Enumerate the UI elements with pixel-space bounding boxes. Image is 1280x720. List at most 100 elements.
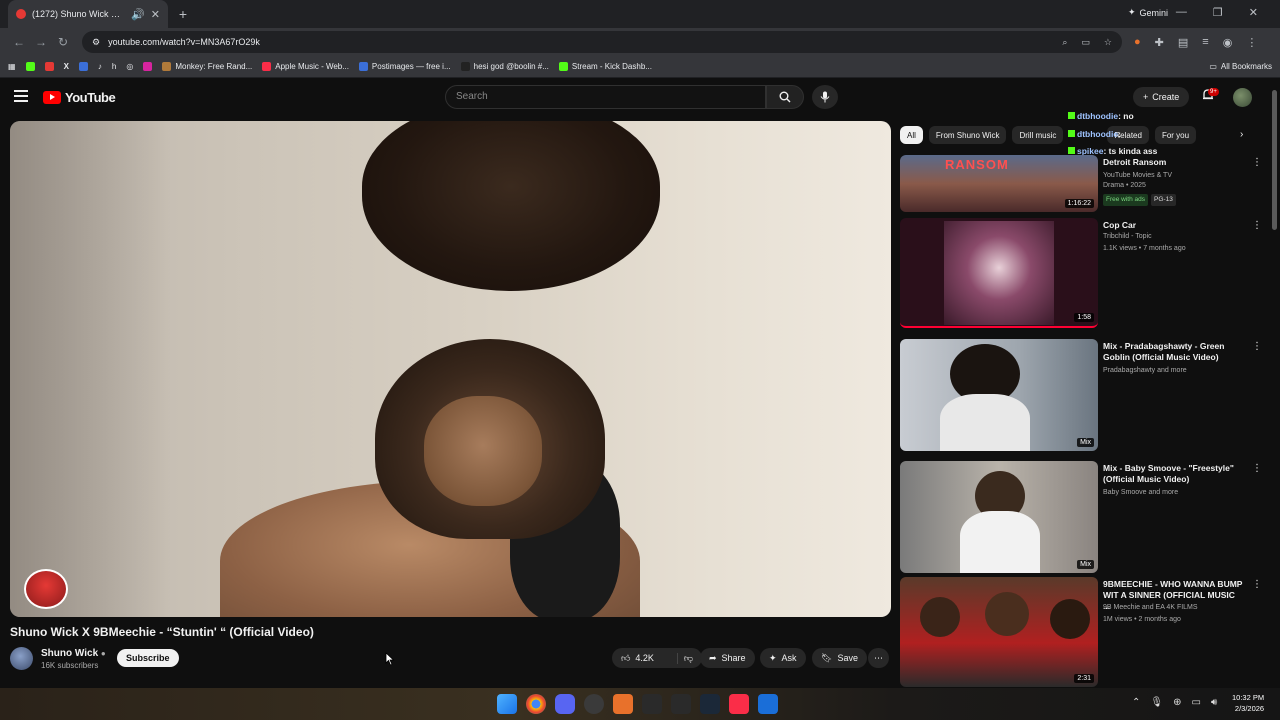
g-app-icon[interactable]: [642, 694, 662, 714]
x-icon[interactable]: X: [64, 62, 69, 71]
channel-name[interactable]: Shuno Wick ●: [41, 648, 106, 659]
shield-bookmark-icon[interactable]: [78, 62, 88, 71]
windows-taskbar: ⌃ 🎙︎ ⊕ ▭ 🔊︎: [0, 688, 1280, 720]
channel-watermark-icon[interactable]: [24, 569, 68, 609]
gemini-button[interactable]: ✦ Gemini: [1128, 7, 1168, 18]
create-button[interactable]: + Create: [1133, 87, 1190, 107]
chip-drill[interactable]: Drill music: [1012, 126, 1064, 144]
recommendation-item[interactable]: 2:31 9BMEECHIE - WHO WANNA BUMP WIT A SI…: [900, 577, 1270, 687]
chip-all[interactable]: All: [900, 126, 923, 144]
site-info-icon[interactable]: ⚙: [92, 37, 100, 48]
steam-icon[interactable]: [700, 694, 720, 714]
share-button[interactable]: ➦ Share: [700, 648, 755, 668]
video-thumbnail[interactable]: Mix: [900, 461, 1098, 573]
recommendation-item[interactable]: Mix Mix - Pradabagshawty - Green Goblin …: [900, 339, 1270, 451]
hamburger-menu-icon[interactable]: [14, 90, 28, 102]
bookmark-0[interactable]: Monkey: Free Rand...: [162, 62, 252, 71]
apple-music-icon[interactable]: [729, 694, 749, 714]
forward-icon[interactable]: →: [30, 35, 52, 49]
video-thumbnail[interactable]: 1:58: [900, 218, 1098, 328]
all-bookmarks[interactable]: ▭ All Bookmarks: [1209, 62, 1272, 71]
thumbs-down-icon[interactable]: 👎︎: [676, 652, 693, 664]
youtube-logo[interactable]: YouTube: [43, 90, 116, 105]
free-with-ads-badge: Free with ads: [1103, 194, 1149, 206]
sidepanel-icon[interactable]: ▤: [1178, 36, 1188, 49]
more-vertical-icon[interactable]: ⋮: [1252, 579, 1262, 590]
account-avatar[interactable]: [1233, 88, 1252, 107]
browser-tab[interactable]: (1272) Shuno Wick X 9BMe... 🔊 ✕: [8, 0, 168, 28]
h-bookmark-icon[interactable]: h: [112, 62, 116, 71]
chat-message: dtbhoodie:: [1068, 129, 1121, 139]
scrollbar-thumb[interactable]: [1272, 90, 1277, 230]
tray-chevron-up-icon[interactable]: ⌃: [1132, 697, 1140, 708]
close-window-icon[interactable]: ✕: [1249, 6, 1258, 19]
voice-search-button[interactable]: [812, 85, 838, 109]
url-bar[interactable]: ⚙ youtube.com/watch?v=MN3A67rO29k ⌕ ▭ ☆: [82, 31, 1122, 53]
windows-start-icon[interactable]: [497, 694, 517, 714]
mic-tray-icon[interactable]: 🎙︎: [1150, 697, 1163, 708]
close-tab-icon[interactable]: ✕: [151, 8, 160, 21]
ask-button[interactable]: ✦ Ask: [760, 648, 806, 668]
video-thumbnail[interactable]: RANSOM 1:16:22: [900, 155, 1098, 212]
chevron-right-icon[interactable]: ›: [1240, 129, 1243, 140]
cast-icon[interactable]: ▭: [1081, 37, 1090, 48]
kick-icon[interactable]: [25, 62, 35, 71]
bookmark-2[interactable]: Postimages — free i...: [358, 62, 451, 71]
bookmark-3[interactable]: hesi god @boolin #...: [460, 62, 549, 71]
video-player[interactable]: [10, 121, 891, 617]
more-menu-icon[interactable]: ⋮: [1246, 36, 1257, 49]
channel-avatar[interactable]: [10, 647, 33, 670]
youtube-bookmark-icon[interactable]: [44, 62, 54, 71]
bookmarks-bar: ▦ X ♪ h ◎ Monkey: Free Rand... Apple Mus…: [0, 56, 1280, 78]
xbox-icon[interactable]: [671, 694, 691, 714]
instagram-icon[interactable]: [143, 62, 153, 71]
like-button[interactable]: 👍︎ 4.2K: [621, 653, 654, 664]
bookmark-star-icon[interactable]: ☆: [1104, 37, 1112, 48]
video-thumbnail[interactable]: Mix: [900, 339, 1098, 451]
search-input[interactable]: Search: [445, 85, 766, 109]
zoom-icon[interactable]: ⌕: [1062, 37, 1067, 48]
profile-icon[interactable]: ◉: [1223, 36, 1233, 49]
restore-icon[interactable]: ❐: [1213, 6, 1223, 19]
reload-icon[interactable]: ↻: [52, 35, 74, 49]
recommendation-item[interactable]: Mix Mix - Baby Smoove - "Freestyle" (Off…: [900, 461, 1270, 573]
back-icon[interactable]: ←: [8, 35, 30, 49]
network-icon[interactable]: ⊕: [1173, 697, 1181, 708]
recommendation-title: Mix - Pradabagshawty - Green Goblin (Off…: [1103, 341, 1225, 362]
plus-icon: +: [1143, 92, 1149, 102]
bookmark-1[interactable]: Apple Music - Web...: [262, 62, 349, 71]
recommendation-item[interactable]: 1:58 Cop Car Tribchild - Topic 1.1K view…: [900, 218, 1270, 328]
video-thumbnail[interactable]: 2:31: [900, 577, 1098, 687]
apps-icon[interactable]: ▦: [8, 62, 16, 71]
extension-icon[interactable]: ●: [1134, 36, 1141, 49]
more-actions-button[interactable]: ⋯: [868, 648, 889, 668]
save-button[interactable]: 🔖︎ Save: [812, 648, 867, 668]
puzzle-icon[interactable]: ✚: [1155, 36, 1164, 49]
taskbar-clock[interactable]: 10:32 PM 2/3/2026: [1232, 692, 1264, 714]
office-icon[interactable]: [613, 694, 633, 714]
display-icon[interactable]: ▭: [1191, 697, 1200, 708]
video-title: Shuno Wick X 9BMeechie - “Stuntin' “ (Of…: [10, 625, 314, 639]
more-vertical-icon[interactable]: ⋮: [1252, 220, 1262, 231]
media-icon[interactable]: ≡: [1202, 36, 1208, 49]
subscribe-button[interactable]: Subscribe: [117, 649, 179, 667]
window-controls: — ❐ ✕: [1176, 6, 1258, 19]
volume-icon[interactable]: 🔊︎: [1211, 697, 1217, 708]
more-vertical-icon[interactable]: ⋮: [1252, 341, 1262, 352]
photos-icon[interactable]: [758, 694, 778, 714]
chip-from-channel[interactable]: From Shuno Wick: [928, 126, 1007, 144]
bookmark-4[interactable]: Stream - Kick Dashb...: [558, 62, 652, 71]
chrome-icon[interactable]: [526, 694, 546, 714]
app-icon[interactable]: [584, 694, 604, 714]
chip-for-you[interactable]: For you: [1154, 126, 1197, 144]
more-vertical-icon[interactable]: ⋮: [1252, 463, 1262, 474]
tiktok-icon[interactable]: ♪: [98, 62, 102, 71]
new-tab-button[interactable]: +: [174, 5, 192, 23]
more-vertical-icon[interactable]: ⋮: [1252, 157, 1262, 168]
discord-icon[interactable]: [555, 694, 575, 714]
recommendation-item[interactable]: RANSOM 1:16:22 Detroit Ransom YouTube Mo…: [900, 155, 1270, 215]
minimize-icon[interactable]: —: [1176, 6, 1187, 19]
search-button[interactable]: [766, 85, 804, 109]
speaker-icon[interactable]: 🔊: [131, 8, 145, 21]
circle-bookmark-icon[interactable]: ◎: [126, 62, 133, 71]
